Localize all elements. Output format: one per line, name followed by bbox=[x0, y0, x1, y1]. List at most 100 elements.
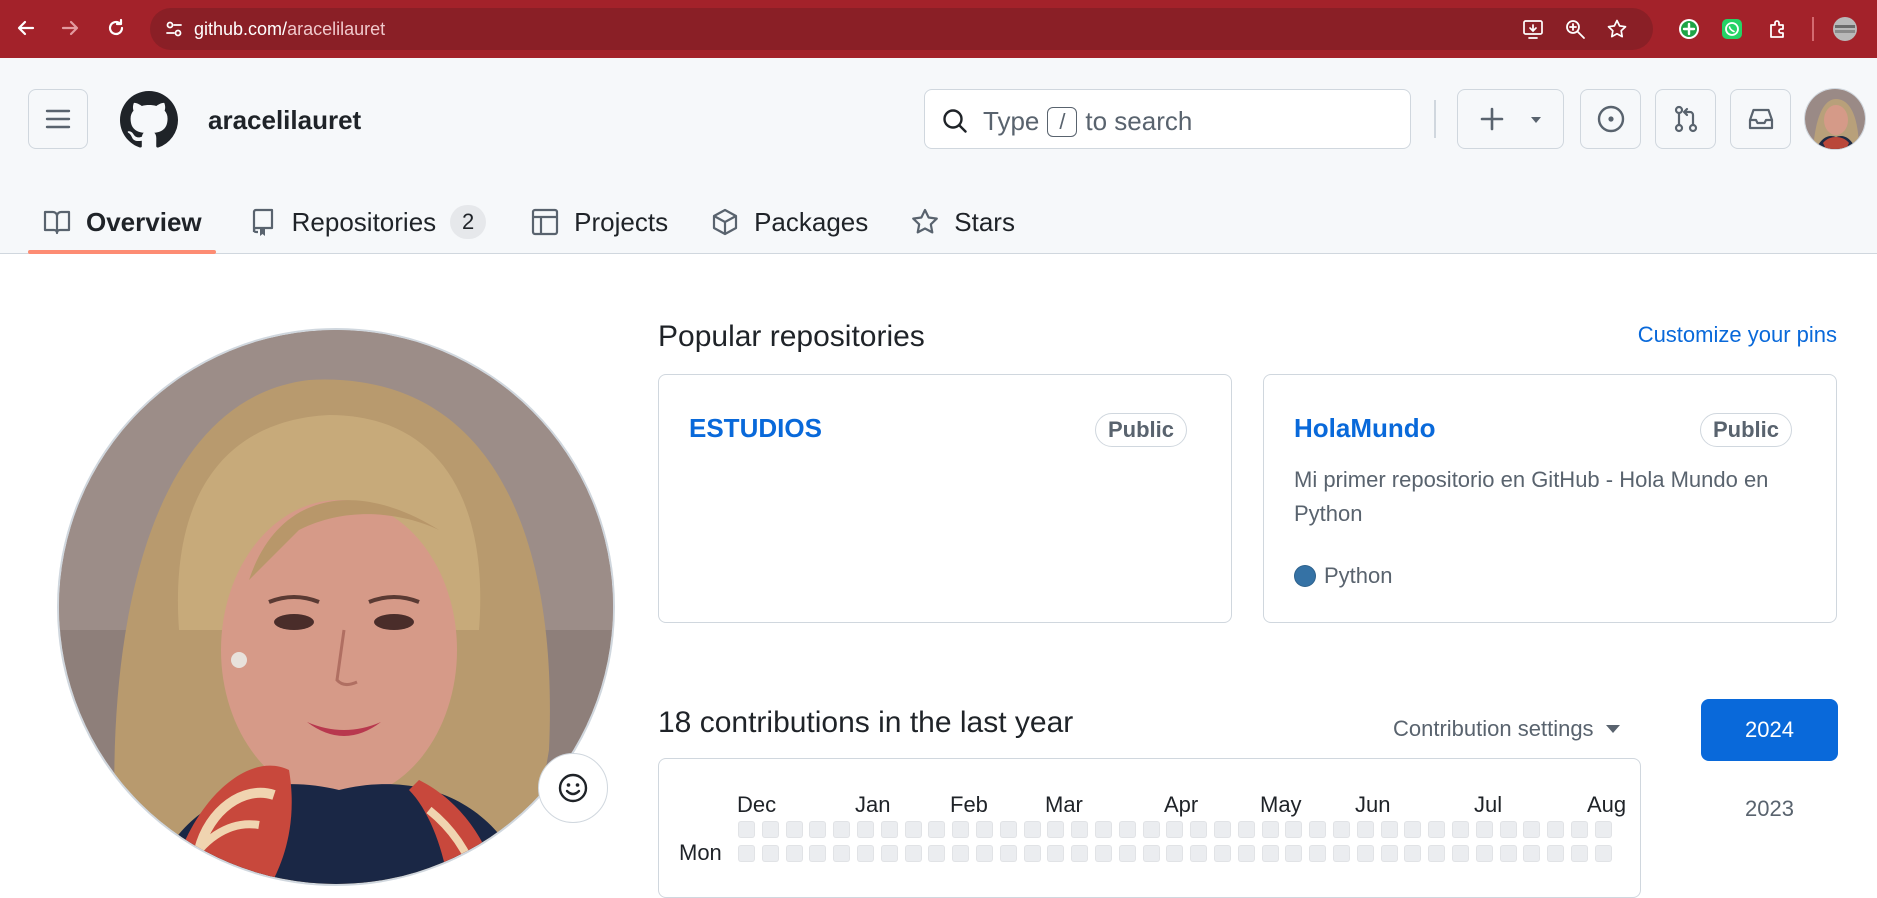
contribution-day-cell[interactable] bbox=[905, 845, 922, 862]
contribution-day-cell[interactable] bbox=[1523, 845, 1540, 862]
profile-username-link[interactable]: aracelilauret bbox=[208, 105, 361, 136]
contribution-day-cell[interactable] bbox=[1547, 845, 1564, 862]
contribution-day-cell[interactable] bbox=[1404, 845, 1421, 862]
user-avatar-menu[interactable] bbox=[1804, 88, 1866, 150]
contribution-day-cell[interactable] bbox=[1095, 821, 1112, 838]
contribution-day-cell[interactable] bbox=[1476, 845, 1493, 862]
contribution-day-cell[interactable] bbox=[1119, 845, 1136, 862]
tab-repositories[interactable]: Repositories 2 bbox=[234, 190, 501, 254]
contribution-day-cell[interactable] bbox=[1452, 845, 1469, 862]
contribution-day-cell[interactable] bbox=[1166, 821, 1183, 838]
contribution-day-cell[interactable] bbox=[1143, 845, 1160, 862]
hamburger-menu-button[interactable] bbox=[28, 89, 88, 149]
contribution-day-cell[interactable] bbox=[1143, 821, 1160, 838]
contribution-day-cell[interactable] bbox=[833, 845, 850, 862]
repo-name-link[interactable]: HolaMundo bbox=[1294, 413, 1436, 444]
forward-icon[interactable] bbox=[54, 12, 86, 44]
contribution-day-cell[interactable] bbox=[738, 821, 755, 838]
contribution-day-cell[interactable] bbox=[1214, 821, 1231, 838]
contribution-day-cell[interactable] bbox=[1595, 845, 1612, 862]
contribution-day-cell[interactable] bbox=[1571, 845, 1588, 862]
contribution-day-cell[interactable] bbox=[1595, 821, 1612, 838]
contribution-day-cell[interactable] bbox=[1166, 845, 1183, 862]
reload-icon[interactable] bbox=[100, 12, 132, 44]
issues-button[interactable] bbox=[1580, 89, 1641, 149]
contribution-day-cell[interactable] bbox=[1333, 821, 1350, 838]
extensions-puzzle-icon[interactable] bbox=[1762, 13, 1794, 45]
address-bar[interactable]: github.com/aracelilauret bbox=[150, 8, 1653, 50]
contribution-day-cell[interactable] bbox=[1024, 821, 1041, 838]
contribution-day-cell[interactable] bbox=[762, 821, 779, 838]
contribution-day-cell[interactable] bbox=[809, 845, 826, 862]
contribution-day-cell[interactable] bbox=[928, 845, 945, 862]
contribution-day-cell[interactable] bbox=[1238, 845, 1255, 862]
zoom-icon[interactable] bbox=[1563, 17, 1587, 41]
install-app-icon[interactable] bbox=[1521, 17, 1545, 41]
contribution-day-cell[interactable] bbox=[976, 821, 993, 838]
customize-pins-link[interactable]: Customize your pins bbox=[1638, 322, 1837, 348]
browser-profile-avatar[interactable] bbox=[1829, 13, 1861, 45]
search-input[interactable]: Type / to search bbox=[924, 89, 1411, 149]
contribution-day-cell[interactable] bbox=[1285, 821, 1302, 838]
contribution-day-cell[interactable] bbox=[762, 845, 779, 862]
contribution-day-cell[interactable] bbox=[857, 845, 874, 862]
year-2024-button[interactable]: 2024 bbox=[1701, 699, 1838, 761]
contribution-day-cell[interactable] bbox=[786, 821, 803, 838]
contribution-day-cell[interactable] bbox=[905, 821, 922, 838]
contribution-day-cell[interactable] bbox=[1285, 845, 1302, 862]
contribution-day-cell[interactable] bbox=[1571, 821, 1588, 838]
contribution-day-cell[interactable] bbox=[1047, 821, 1064, 838]
contribution-day-cell[interactable] bbox=[809, 821, 826, 838]
contribution-day-cell[interactable] bbox=[1500, 821, 1517, 838]
contribution-day-cell[interactable] bbox=[952, 821, 969, 838]
contribution-day-cell[interactable] bbox=[1238, 821, 1255, 838]
contribution-day-cell[interactable] bbox=[738, 845, 755, 862]
contribution-day-cell[interactable] bbox=[1047, 845, 1064, 862]
contribution-day-cell[interactable] bbox=[1333, 845, 1350, 862]
create-new-button[interactable] bbox=[1457, 89, 1564, 149]
github-logo-icon[interactable] bbox=[120, 91, 178, 149]
contribution-day-cell[interactable] bbox=[1214, 845, 1231, 862]
contribution-day-cell[interactable] bbox=[786, 845, 803, 862]
repo-name-link[interactable]: ESTUDIOS bbox=[689, 413, 822, 444]
contribution-day-cell[interactable] bbox=[1357, 845, 1374, 862]
contribution-day-cell[interactable] bbox=[1000, 845, 1017, 862]
contribution-day-cell[interactable] bbox=[976, 845, 993, 862]
contribution-day-cell[interactable] bbox=[1428, 821, 1445, 838]
extension-whatsapp-icon[interactable] bbox=[1716, 13, 1748, 45]
contribution-day-cell[interactable] bbox=[1119, 821, 1136, 838]
extension-green-plus-icon[interactable] bbox=[1673, 13, 1705, 45]
contribution-day-cell[interactable] bbox=[1476, 821, 1493, 838]
contribution-day-cell[interactable] bbox=[1523, 821, 1540, 838]
inbox-button[interactable] bbox=[1730, 89, 1791, 149]
tab-packages[interactable]: Packages bbox=[696, 190, 882, 254]
contribution-day-cell[interactable] bbox=[928, 821, 945, 838]
contribution-day-cell[interactable] bbox=[881, 845, 898, 862]
pull-requests-button[interactable] bbox=[1655, 89, 1716, 149]
contribution-day-cell[interactable] bbox=[952, 845, 969, 862]
contribution-day-cell[interactable] bbox=[1381, 821, 1398, 838]
contribution-day-cell[interactable] bbox=[1500, 845, 1517, 862]
contribution-day-cell[interactable] bbox=[1000, 821, 1017, 838]
contribution-day-cell[interactable] bbox=[1071, 845, 1088, 862]
contribution-day-cell[interactable] bbox=[1190, 821, 1207, 838]
contribution-day-cell[interactable] bbox=[1452, 821, 1469, 838]
contribution-day-cell[interactable] bbox=[1095, 845, 1112, 862]
back-icon[interactable] bbox=[10, 12, 42, 44]
tab-stars[interactable]: Stars bbox=[896, 190, 1029, 254]
contribution-day-cell[interactable] bbox=[881, 821, 898, 838]
contribution-day-cell[interactable] bbox=[1309, 821, 1326, 838]
contribution-day-cell[interactable] bbox=[1547, 821, 1564, 838]
contribution-day-cell[interactable] bbox=[1381, 845, 1398, 862]
contribution-day-cell[interactable] bbox=[1190, 845, 1207, 862]
contribution-settings-dropdown[interactable]: Contribution settings bbox=[1393, 716, 1620, 742]
contribution-day-cell[interactable] bbox=[1428, 845, 1445, 862]
tab-overview[interactable]: Overview bbox=[28, 190, 216, 254]
contribution-day-cell[interactable] bbox=[1262, 821, 1279, 838]
contribution-day-cell[interactable] bbox=[857, 821, 874, 838]
year-2023-link[interactable]: 2023 bbox=[1701, 796, 1838, 822]
set-status-button[interactable] bbox=[538, 753, 608, 823]
contribution-day-cell[interactable] bbox=[1024, 845, 1041, 862]
contribution-day-cell[interactable] bbox=[1071, 821, 1088, 838]
profile-avatar[interactable] bbox=[57, 328, 615, 886]
